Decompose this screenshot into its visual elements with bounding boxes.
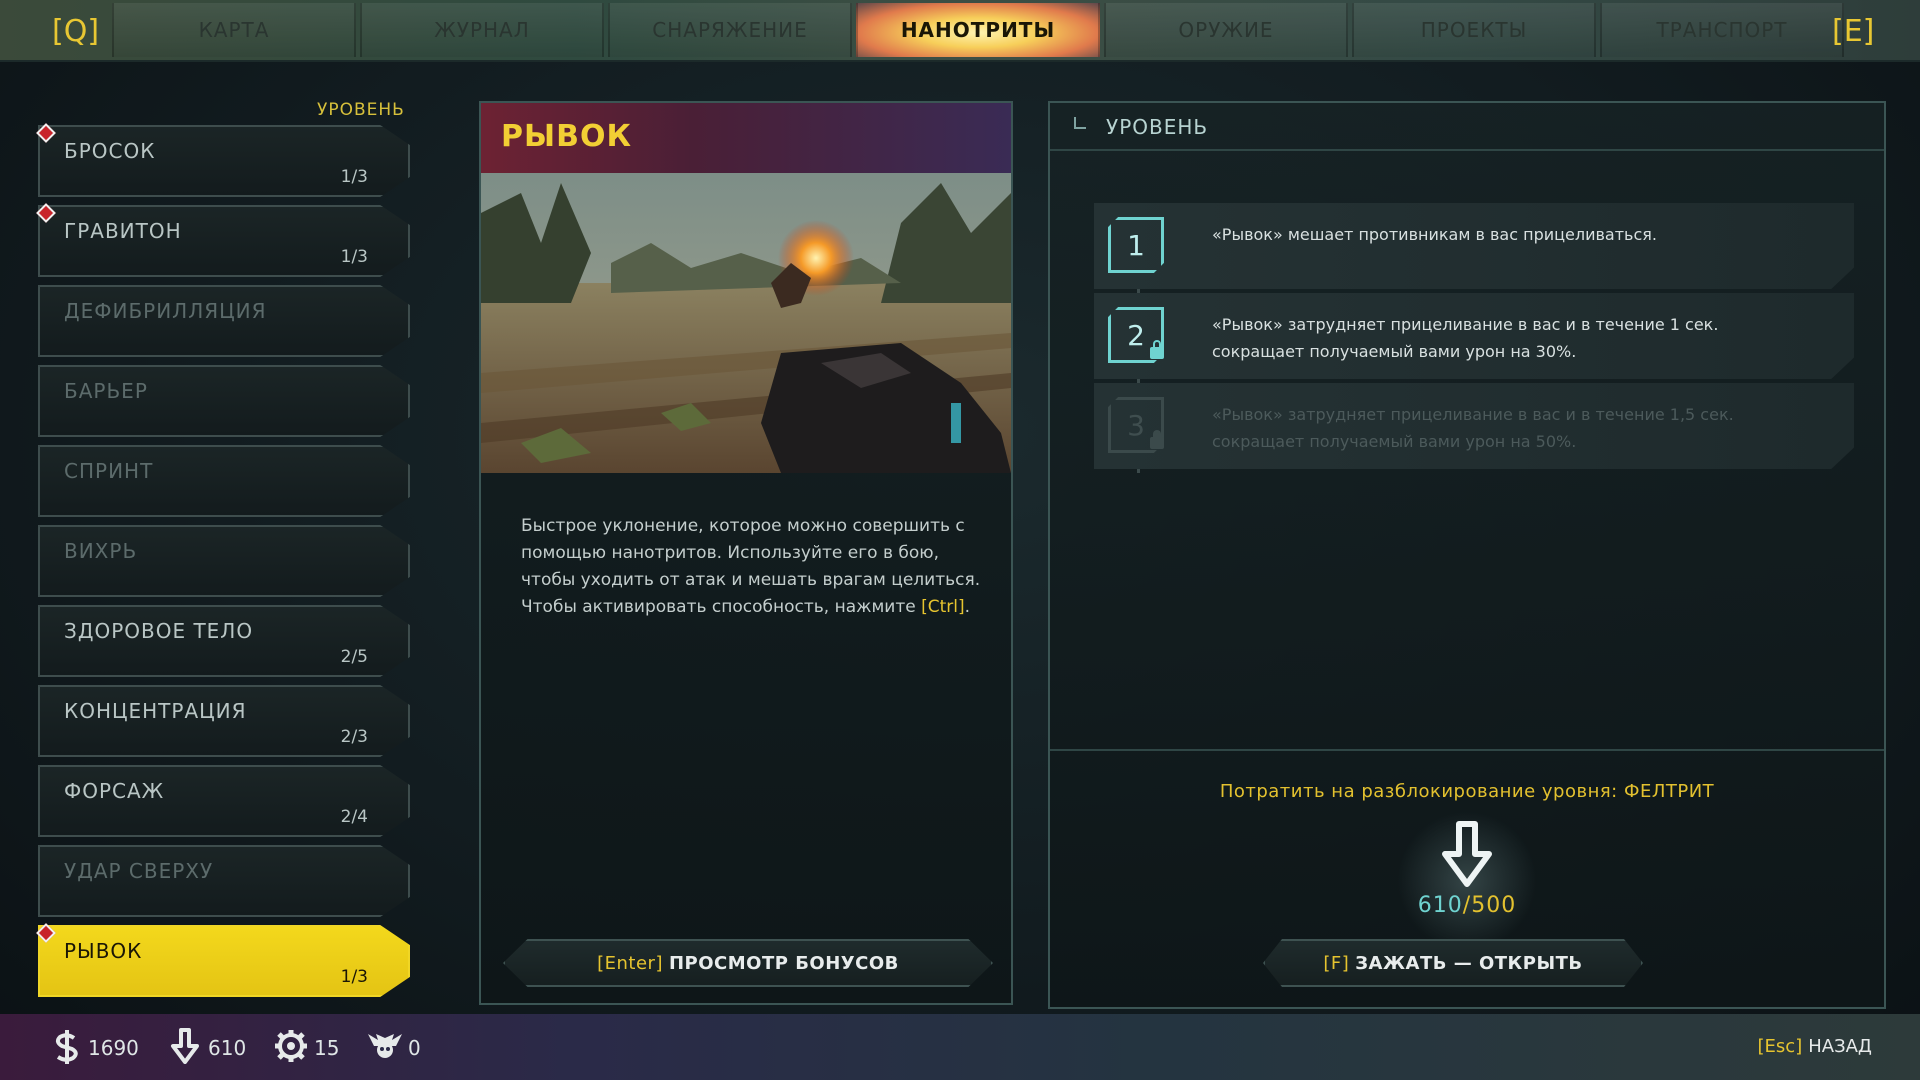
skill-name: ДЕФИБРИЛЛЯЦИЯ bbox=[64, 299, 267, 323]
ability-preview-illustration bbox=[481, 173, 1011, 473]
skill-level: 1/3 bbox=[340, 967, 368, 987]
skill-item[interactable]: БАРЬЕР bbox=[38, 365, 410, 437]
skill-name: БРОСОК bbox=[64, 139, 156, 163]
tab-1[interactable]: ЖУРНАЛ bbox=[360, 3, 604, 57]
unlock-cost-label: Потратить на разблокирование уровня: ФЕЛ… bbox=[1219, 781, 1715, 802]
skill-name: БАРЬЕР bbox=[64, 379, 148, 403]
prev-tab-key[interactable]: [Q] bbox=[52, 14, 99, 49]
view-bonuses-key: [Enter] bbox=[597, 952, 663, 974]
tab-3[interactable]: НАНОТРИТЫ bbox=[856, 3, 1100, 57]
back-label: НАЗАД bbox=[1808, 1036, 1872, 1057]
next-tab-key[interactable]: [E] bbox=[1832, 14, 1874, 49]
skill-item[interactable]: РЫВОК 1/3 bbox=[38, 925, 410, 997]
corner-bracket-icon bbox=[1074, 117, 1086, 129]
parts-count: 15 bbox=[314, 1036, 340, 1060]
skill-level: 2/3 bbox=[340, 727, 368, 747]
tier-description: «Рывок» затрудняет прицеливание в вас и … bbox=[1212, 315, 1719, 361]
lock-icon bbox=[1150, 430, 1164, 449]
tier-description: «Рывок» затрудняет прицеливание в вас и … bbox=[1212, 405, 1734, 451]
skill-item[interactable]: БРОСОК 1/3 bbox=[38, 125, 410, 197]
levels-panel: УРОВЕНЬ 1 «Рывок» мешает противникам в ва… bbox=[1048, 101, 1886, 1009]
view-bonuses-label: ПРОСМОТР БОНУСОВ bbox=[668, 952, 899, 974]
hold-to-unlock-button[interactable]: [F] ЗАЖАТЬ — ОТКРЫТЬ bbox=[1263, 939, 1643, 987]
skull-wings-icon bbox=[368, 1034, 402, 1058]
level-tier: 1 «Рывок» мешает противникам в вас прицел… bbox=[1094, 203, 1854, 289]
top-tab-bar: [Q] КАРТА ЖУРНАЛ СНАРЯЖЕНИЕ НАНОТРИТЫ ОРУЖИЕ… bbox=[0, 0, 1920, 62]
skill-item[interactable]: УДАР СВЕРХУ bbox=[38, 845, 410, 917]
money-count: 1690 bbox=[88, 1036, 139, 1060]
tab-5[interactable]: ПРОЕКТЫ bbox=[1352, 3, 1596, 57]
skill-item[interactable]: ДЕФИБРИЛЛЯЦИЯ bbox=[38, 285, 410, 357]
skill-name: РЫВОК bbox=[64, 939, 143, 963]
skill-level: 1/3 bbox=[340, 167, 368, 187]
levels-title: УРОВЕНЬ bbox=[1106, 115, 1209, 139]
skill-level-header: УРОВЕНЬ bbox=[317, 100, 405, 120]
ability-title: РЫВОК bbox=[501, 119, 632, 154]
feltrite-required: /500 bbox=[1462, 893, 1517, 918]
tier-description: «Рывок» мешает противникам в вас прицели… bbox=[1212, 225, 1657, 244]
skill-level: 2/5 bbox=[340, 647, 368, 667]
levels-divider bbox=[1050, 749, 1884, 751]
feltrite-owned: 610 bbox=[1417, 893, 1463, 918]
money-icon bbox=[55, 1030, 78, 1064]
level-tier: 3 «Рывок» затрудняет прицеливание в вас и… bbox=[1094, 383, 1854, 469]
main-tabs: КАРТА ЖУРНАЛ СНАРЯЖЕНИЕ НАНОТРИТЫ ОРУЖИЕ ПРОЕ… bbox=[110, 0, 1846, 60]
skill-name: ФОРСАЖ bbox=[64, 779, 165, 803]
skill-item[interactable]: ФОРСАЖ 2/4 bbox=[38, 765, 410, 837]
skill-item[interactable]: ВИХРЬ bbox=[38, 525, 410, 597]
gear-icon bbox=[275, 1030, 307, 1062]
feltrite-resource-icon bbox=[171, 1028, 199, 1064]
skill-level: 1/3 bbox=[340, 247, 368, 267]
ability-detail-panel: РЫВОК Быстрое уклонение, которое можно с… bbox=[479, 101, 1013, 1005]
ability-description: Быстрое уклонение, которое можно соверши… bbox=[521, 513, 981, 621]
skill-name: ЗДОРОВОЕ ТЕЛО bbox=[64, 619, 254, 643]
skill-item[interactable]: ЗДОРОВОЕ ТЕЛО 2/5 bbox=[38, 605, 410, 677]
skill-item[interactable]: СПРИНТ bbox=[38, 445, 410, 517]
resource-bar: 1690 610 15 0 [Esc] НАЗАД bbox=[0, 1014, 1920, 1080]
skill-level: 2/4 bbox=[340, 807, 368, 827]
unlock-cost: 610/500 bbox=[1050, 893, 1884, 918]
ability-title-bar: РЫВОК bbox=[481, 103, 1011, 173]
tab-4[interactable]: ОРУЖИЕ bbox=[1104, 3, 1348, 57]
skulls-count: 0 bbox=[408, 1036, 421, 1060]
tab-2[interactable]: СНАРЯЖЕНИЕ bbox=[608, 3, 852, 57]
skill-name: ВИХРЬ bbox=[64, 539, 138, 563]
view-bonuses-button[interactable]: [Enter] ПРОСМОТР БОНУСОВ bbox=[503, 939, 993, 987]
ability-description-end: . bbox=[964, 597, 971, 617]
level-tier: 2 «Рывок» затрудняет прицеливание в вас и… bbox=[1094, 293, 1854, 379]
skill-name: СПРИНТ bbox=[64, 459, 154, 483]
tier-number: 1 bbox=[1108, 217, 1164, 273]
skill-item[interactable]: КОНЦЕНТРАЦИЯ 2/3 bbox=[38, 685, 410, 757]
unlock-key: [F] bbox=[1323, 952, 1350, 974]
unlock-label: ЗАЖАТЬ — ОТКРЫТЬ bbox=[1355, 952, 1583, 974]
skill-name: ГРАВИТОН bbox=[64, 219, 182, 243]
tab-0[interactable]: КАРТА bbox=[112, 3, 356, 57]
feltrite-count: 610 bbox=[208, 1036, 247, 1060]
ability-hotkey: [Ctrl] bbox=[921, 597, 965, 617]
skill-name: УДАР СВЕРХУ bbox=[64, 859, 214, 883]
levels-header: УРОВЕНЬ bbox=[1050, 103, 1884, 151]
skill-name: КОНЦЕНТРАЦИЯ bbox=[64, 699, 247, 723]
ability-description-text: Быстрое уклонение, которое можно соверши… bbox=[521, 516, 981, 617]
skill-item[interactable]: ГРАВИТОН 1/3 bbox=[38, 205, 410, 277]
back-key: [Esc] bbox=[1757, 1036, 1803, 1057]
ability-preview-image bbox=[481, 173, 1011, 473]
tab-6[interactable]: ТРАНСПОРТ bbox=[1600, 3, 1844, 57]
feltrite-icon bbox=[1442, 821, 1492, 887]
back-button[interactable]: [Esc] НАЗАД bbox=[1758, 1036, 1872, 1057]
lock-icon bbox=[1150, 340, 1164, 359]
